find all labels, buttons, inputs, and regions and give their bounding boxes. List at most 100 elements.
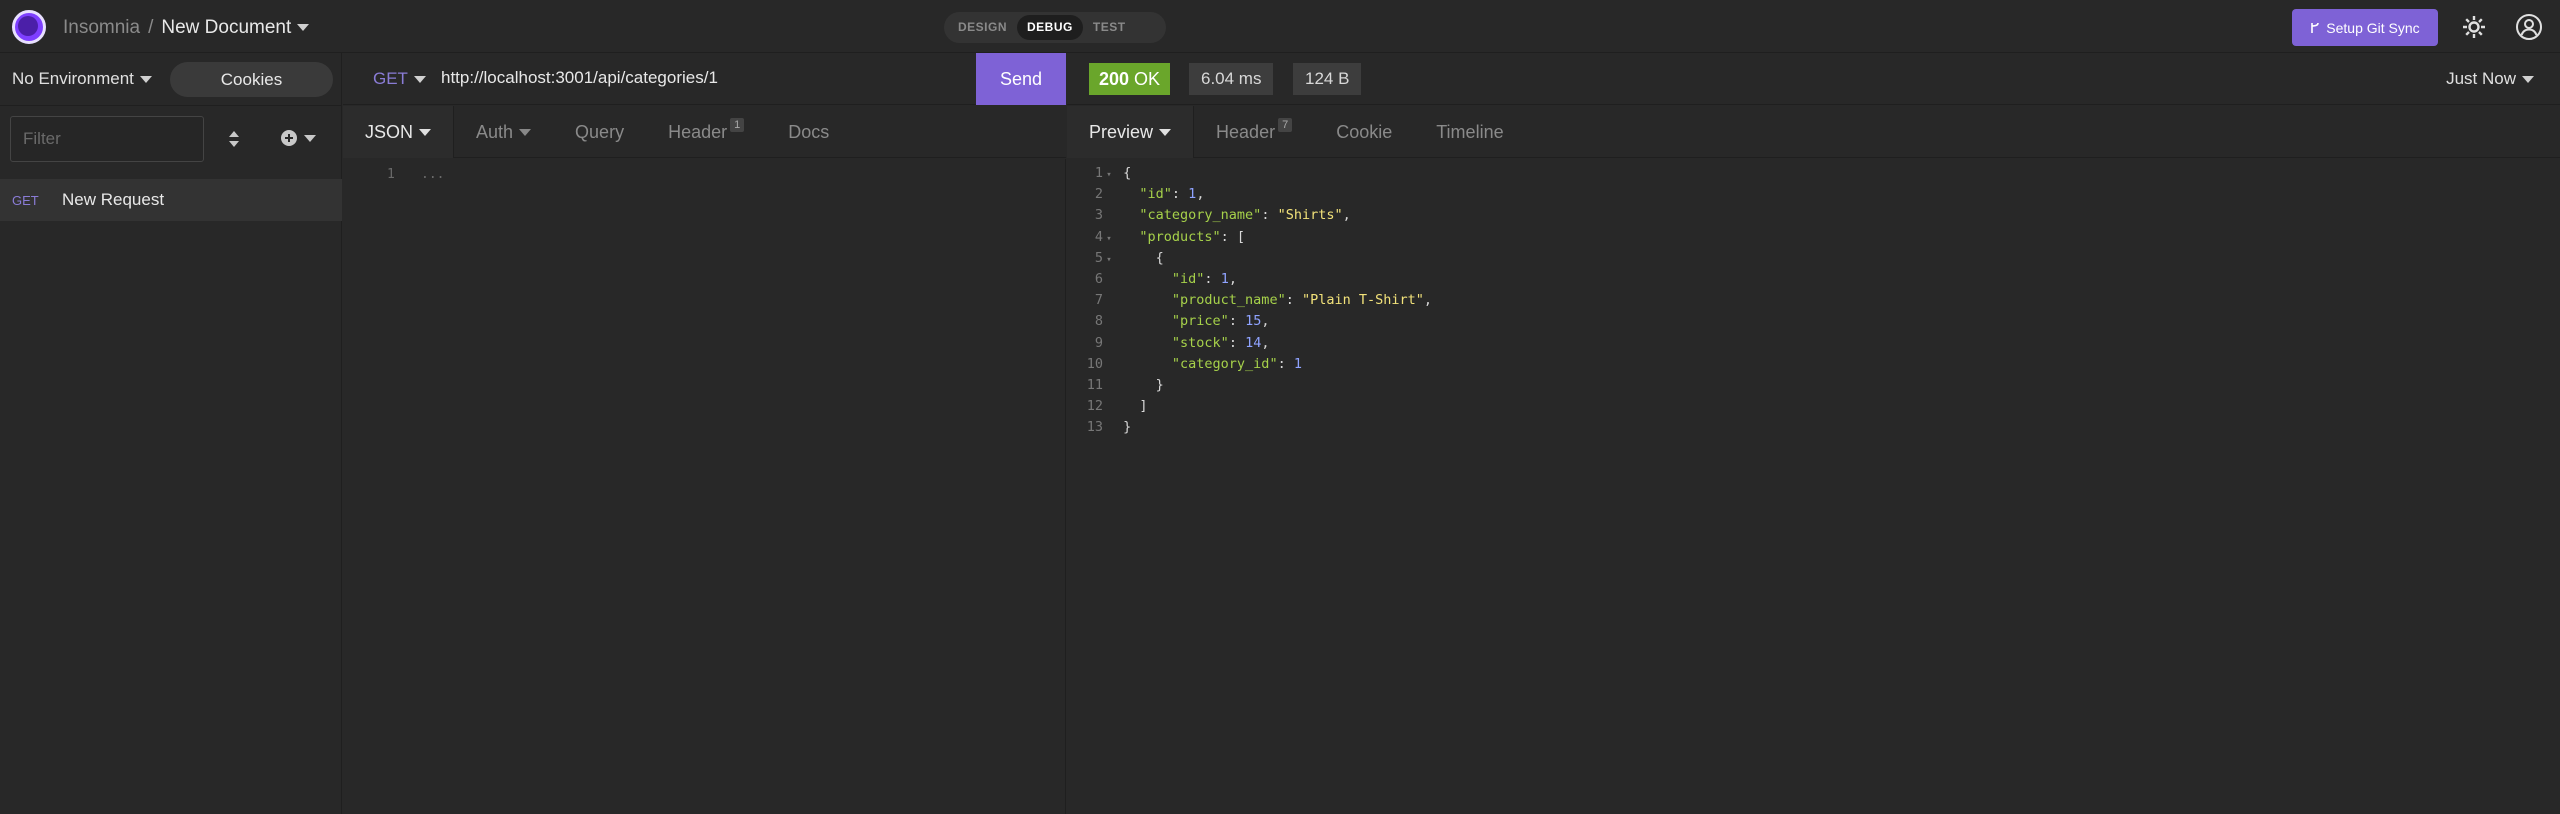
line-number: 7 (1094, 292, 1103, 309)
tab-response-header[interactable]: Header 7 (1194, 106, 1314, 158)
line-number: 6 (1094, 271, 1103, 287)
line-number: 8 (1094, 313, 1103, 330)
code-text: "products": [ (1139, 228, 1246, 245)
code-line: 6 "id": 1, (1067, 269, 1237, 290)
tab-docs[interactable]: Docs (766, 106, 851, 158)
status-badge: 200 OK (1089, 63, 1171, 95)
setup-git-sync-button[interactable]: Setup Git Sync (2292, 9, 2438, 46)
tab-preview-label: Preview (1089, 121, 1154, 142)
tab-timeline-label: Timeline (1436, 121, 1504, 142)
code-line: 5 ▾ { (1067, 248, 1164, 269)
method-dropdown[interactable]: GET (373, 69, 426, 89)
code-line: 11 } (1067, 375, 1164, 396)
code-text: "stock": 14, (1171, 334, 1270, 351)
sidebar-item-request[interactable]: GET New Request (0, 179, 342, 221)
line-number: 4 (1094, 228, 1103, 245)
breadcrumb: Insomnia / New Document (63, 17, 310, 39)
send-button[interactable]: Send (976, 53, 1066, 105)
mode-debug[interactable]: DEBUG (1017, 15, 1083, 40)
tab-timeline[interactable]: Timeline (1414, 106, 1525, 158)
environment-label: No Environment (12, 69, 134, 88)
plus-circle-icon (281, 130, 297, 146)
code-text: "product_name": "Plain T-Shirt", (1171, 292, 1433, 309)
fold-arrow-icon[interactable]: ▾ (1103, 229, 1115, 250)
code-text: { (1115, 165, 1132, 181)
line-number: 10 (1086, 355, 1103, 372)
status-code: 200 (1099, 68, 1130, 89)
code-text: "id": 1, (1139, 186, 1205, 203)
tab-response-header-label: Header (1216, 121, 1276, 142)
sort-button[interactable] (222, 127, 246, 151)
settings-button[interactable] (2460, 13, 2488, 41)
header-count-badge: 1 (730, 118, 745, 132)
tab-query[interactable]: Query (553, 106, 646, 158)
code-text: "category_id": 1 (1171, 355, 1302, 372)
tab-auth[interactable]: Auth (454, 106, 553, 158)
breadcrumb-app[interactable]: Insomnia (63, 17, 140, 39)
line-number: 11 (1086, 377, 1103, 393)
tab-query-label: Query (575, 121, 625, 142)
insomnia-logo-icon[interactable] (12, 10, 46, 44)
top-bar: Insomnia / New Document DESIGN DEBUG TES… (0, 0, 2560, 53)
sidebar: No Environment Cookies GET New Request (0, 53, 342, 814)
tab-auth-label: Auth (476, 121, 514, 142)
add-request-dropdown[interactable] (280, 125, 320, 151)
code-text: { (1115, 249, 1164, 266)
line-number: 13 (1086, 419, 1103, 436)
mode-switcher: DESIGN DEBUG TEST (944, 12, 1166, 43)
request-tabs: JSON Auth Query Header 1 Docs (343, 106, 1066, 158)
response-history-dropdown[interactable]: Just Now (2446, 69, 2534, 89)
sidebar-divider (0, 105, 342, 106)
response-header-count-badge: 7 (1278, 118, 1293, 132)
code-text: ] (1115, 398, 1148, 415)
breadcrumb-separator: / (148, 17, 154, 38)
response-tabs: Preview Header 7 Cookie Timeline (1067, 106, 2560, 158)
mode-test[interactable]: TEST (1083, 15, 1136, 40)
tab-cookie[interactable]: Cookie (1314, 106, 1414, 158)
user-icon (2516, 14, 2542, 40)
response-preview[interactable]: 1 ▾ {2 "id": 1, 3 "category_name": "Shirts… (1067, 159, 2560, 814)
chevron-down-icon (304, 134, 316, 142)
method-label: GET (373, 69, 408, 88)
fold-arrow-icon[interactable]: ▾ (1103, 250, 1115, 271)
fold-arrow-icon[interactable]: ▾ (1103, 165, 1115, 186)
code-text: } (1115, 419, 1132, 436)
status-text: OK (1134, 68, 1161, 89)
response-time-badge: 6.04 ms (1189, 63, 1274, 95)
code-text: } (1115, 377, 1164, 393)
line-number: 5 (1094, 249, 1103, 266)
account-button[interactable] (2515, 13, 2543, 41)
url-input[interactable]: http://localhost:3001/api/categories/1 (441, 68, 718, 88)
code-line: 2 "id": 1, (1067, 184, 1205, 205)
code-line: 7 "product_name": "Plain T-Shirt", (1067, 290, 1432, 311)
response-status-bar: 200 OK 6.04 ms 124 B Just Now (1067, 53, 2560, 105)
document-name-dropdown[interactable]: New Document (161, 17, 310, 39)
tab-json-label: JSON (365, 121, 414, 142)
line-number: 3 (1094, 207, 1103, 224)
chevron-down-icon (2522, 75, 2534, 83)
sort-icon (229, 131, 239, 147)
line-number: 12 (1086, 398, 1103, 415)
request-body-editor[interactable]: 1 ... (343, 159, 1066, 814)
code-line: 9 "stock": 14, (1067, 333, 1270, 354)
cookies-button[interactable]: Cookies (170, 62, 333, 97)
code-line: 3 "category_name": "Shirts", (1067, 205, 1351, 226)
line-number: 9 (1094, 334, 1103, 351)
chevron-down-icon (297, 24, 310, 32)
chevron-down-icon (139, 76, 152, 84)
tab-json[interactable]: JSON (343, 106, 455, 158)
tab-cookie-label: Cookie (1336, 121, 1393, 142)
tab-header[interactable]: Header 1 (646, 106, 766, 158)
filter-input[interactable] (10, 116, 204, 162)
tab-preview[interactable]: Preview (1067, 106, 1195, 158)
code-line: 10 "category_id": 1 (1067, 354, 1302, 375)
environment-dropdown[interactable]: No Environment (12, 69, 152, 89)
mode-design[interactable]: DESIGN (948, 15, 1017, 40)
code-line: 4 ▾ "products": [ (1067, 227, 1245, 248)
code-line: 1 ▾ { (1067, 163, 1131, 184)
setup-git-sync-label: Setup Git Sync (2326, 19, 2420, 36)
line-number: 1 (387, 167, 395, 182)
tab-header-label: Header (668, 121, 728, 142)
code-line: 13 } (1067, 417, 1132, 438)
request-method-badge: GET (12, 192, 39, 208)
